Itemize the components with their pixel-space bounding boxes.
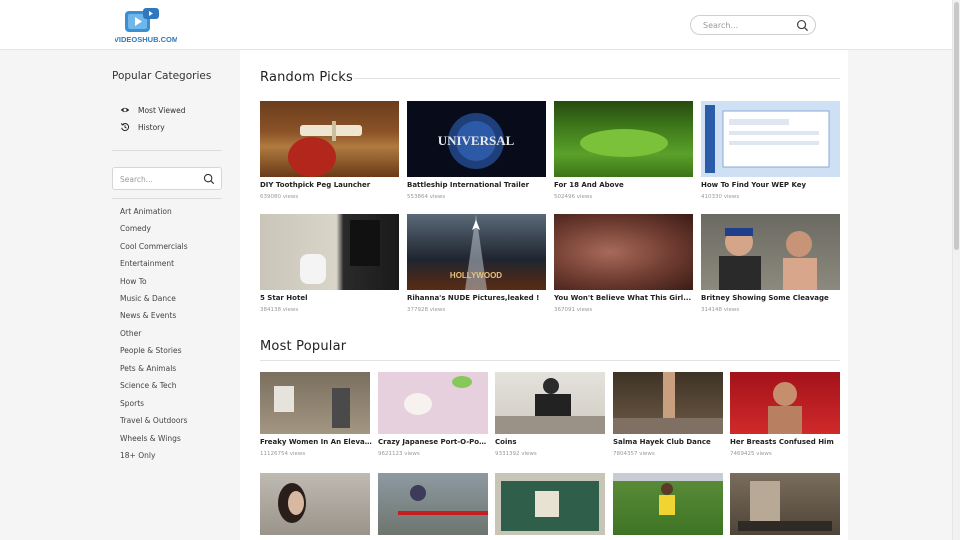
sidebar-link-history[interactable]: History bbox=[120, 122, 165, 132]
video-thumbnail[interactable] bbox=[378, 473, 488, 535]
category-link[interactable]: 18+ Only bbox=[120, 451, 155, 460]
video-title[interactable]: For 18 And Above bbox=[554, 181, 693, 189]
top-header: VIDEOSHUB.COM bbox=[0, 0, 952, 50]
search-icon[interactable] bbox=[796, 19, 809, 32]
category-link[interactable]: Travel & Outdoors bbox=[120, 416, 187, 425]
sidebar-search bbox=[112, 167, 222, 190]
header-search bbox=[690, 15, 816, 35]
video-thumbnail[interactable] bbox=[495, 372, 605, 434]
video-title[interactable]: Crazy Japanese Port-O-Potty... bbox=[378, 438, 488, 446]
sidebar-divider bbox=[112, 198, 222, 199]
video-views: 377928 views bbox=[407, 307, 446, 313]
video-title[interactable]: Freaky Women In An Elevator bbox=[260, 438, 372, 446]
category-link[interactable]: Wheels & Wings bbox=[120, 434, 181, 443]
sidebar-search-input[interactable] bbox=[120, 173, 200, 185]
page-scrollbar[interactable] bbox=[952, 0, 960, 540]
svg-text:HOLLYWOOD: HOLLYWOOD bbox=[450, 271, 502, 280]
video-title[interactable]: 5 Star Hotel bbox=[260, 294, 399, 302]
category-link[interactable]: Music & Dance bbox=[120, 294, 176, 303]
category-link[interactable]: Comedy bbox=[120, 224, 151, 233]
section-title-random-picks: Random Picks bbox=[260, 70, 353, 85]
video-views: 314148 views bbox=[701, 307, 740, 313]
eye-icon bbox=[120, 107, 130, 113]
video-thumbnail[interactable]: UNIVERSAL bbox=[407, 101, 546, 177]
category-link[interactable]: Entertainment bbox=[120, 259, 174, 268]
sidebar-title: Popular Categories bbox=[112, 70, 212, 82]
sidebar-link-label: Most Viewed bbox=[138, 105, 186, 115]
video-thumbnail[interactable] bbox=[495, 473, 605, 535]
video-thumbnail[interactable] bbox=[260, 372, 370, 434]
svg-text:UNIVERSAL: UNIVERSAL bbox=[438, 133, 515, 148]
video-title[interactable]: You Won't Believe What This Girl... bbox=[554, 294, 693, 302]
video-title[interactable]: Coins bbox=[495, 438, 605, 446]
video-title[interactable]: Her Breasts Confused Him bbox=[730, 438, 840, 446]
category-link[interactable]: Cool Commercials bbox=[120, 242, 188, 251]
video-thumbnail[interactable] bbox=[730, 372, 840, 434]
category-link[interactable]: Sports bbox=[120, 399, 144, 408]
video-thumbnail[interactable] bbox=[701, 214, 840, 290]
video-views: 9331392 views bbox=[495, 451, 537, 457]
video-views: 7804357 views bbox=[613, 451, 655, 457]
video-thumbnail[interactable] bbox=[613, 473, 723, 535]
video-views: 553864 views bbox=[407, 194, 446, 200]
site-logo[interactable]: VIDEOSHUB.COM bbox=[115, 7, 177, 45]
sidebar-link-most-viewed[interactable]: Most Viewed bbox=[120, 105, 185, 115]
video-title[interactable]: Salma Hayek Club Dance bbox=[613, 438, 723, 446]
svg-text:VIDEOSHUB.COM: VIDEOSHUB.COM bbox=[115, 35, 177, 44]
sidebar-divider bbox=[112, 150, 222, 151]
category-link[interactable]: News & Events bbox=[120, 311, 176, 320]
search-icon[interactable] bbox=[203, 173, 215, 185]
video-views: 367091 views bbox=[554, 307, 593, 313]
video-thumbnail[interactable]: HOLLYWOOD bbox=[407, 214, 546, 290]
video-thumbnail[interactable] bbox=[260, 101, 399, 177]
category-link[interactable]: Art Animation bbox=[120, 207, 172, 216]
video-thumbnail[interactable] bbox=[260, 214, 399, 290]
video-thumbnail[interactable] bbox=[554, 214, 693, 290]
sidebar-link-label: History bbox=[138, 122, 165, 132]
history-icon bbox=[120, 123, 130, 132]
video-title[interactable]: Rihanna's NUDE Pictures,leaked ! bbox=[407, 294, 546, 302]
section-divider bbox=[354, 78, 840, 79]
main-content: Random Picks DIY Toothpick Peg Launcher … bbox=[240, 50, 848, 540]
video-views: 410330 views bbox=[701, 194, 740, 200]
video-title[interactable]: Britney Showing Some Cleavage bbox=[701, 294, 840, 302]
category-link[interactable]: How To bbox=[120, 277, 147, 286]
video-thumbnail[interactable] bbox=[613, 372, 723, 434]
category-link[interactable]: Other bbox=[120, 329, 141, 338]
video-views: 502496 views bbox=[554, 194, 593, 200]
header-search-input[interactable] bbox=[703, 19, 793, 32]
video-thumbnail[interactable] bbox=[378, 372, 488, 434]
video-views: 384138 views bbox=[260, 307, 299, 313]
video-thumbnail[interactable] bbox=[701, 101, 840, 177]
video-title[interactable]: How To Find Your WEP Key bbox=[701, 181, 840, 189]
scrollbar-thumb[interactable] bbox=[954, 2, 959, 250]
video-views: 7469425 views bbox=[730, 451, 772, 457]
section-divider bbox=[260, 360, 840, 361]
section-title-most-popular: Most Popular bbox=[260, 339, 347, 354]
category-link[interactable]: Pets & Animals bbox=[120, 364, 176, 373]
video-thumbnail[interactable] bbox=[260, 473, 370, 535]
video-title[interactable]: DIY Toothpick Peg Launcher bbox=[260, 181, 399, 189]
video-thumbnail[interactable] bbox=[730, 473, 840, 535]
video-views: 11126754 views bbox=[260, 451, 306, 457]
category-link[interactable]: People & Stories bbox=[120, 346, 182, 355]
video-title[interactable]: Battleship International Trailer bbox=[407, 181, 546, 189]
category-link[interactable]: Science & Tech bbox=[120, 381, 177, 390]
video-views: 9621123 views bbox=[378, 451, 420, 457]
video-views: 639080 views bbox=[260, 194, 299, 200]
video-thumbnail[interactable] bbox=[554, 101, 693, 177]
